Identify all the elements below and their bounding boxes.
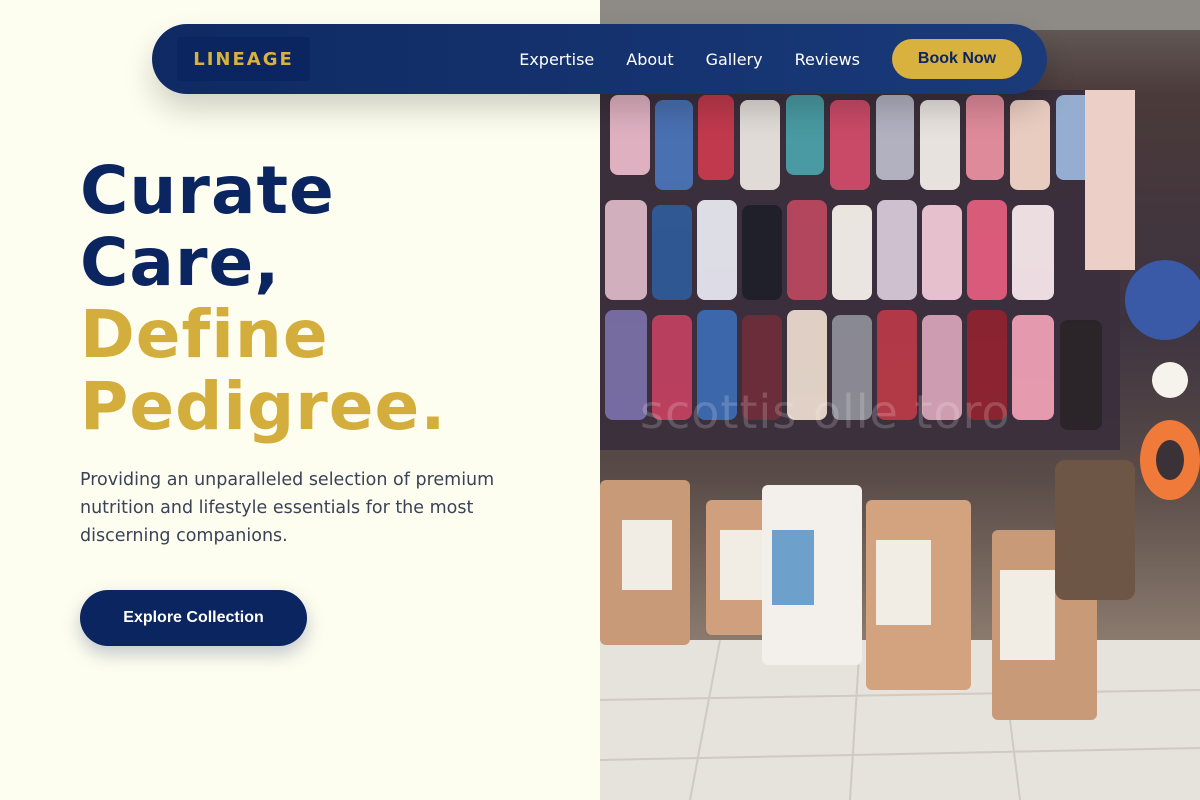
nav-links: Expertise About Gallery Reviews Book Now xyxy=(519,39,1022,79)
headline-line-pedigree: Pedigree. xyxy=(80,368,447,445)
headline-line-define: Define xyxy=(80,296,329,373)
nav-link-expertise[interactable]: Expertise xyxy=(519,50,594,69)
brand-logo[interactable]: LINEAGE xyxy=(177,37,310,81)
nav-link-reviews[interactable]: Reviews xyxy=(795,50,860,69)
book-now-button[interactable]: Book Now xyxy=(892,39,1022,79)
headline-line-care: Care, xyxy=(80,224,281,301)
nav-link-about[interactable]: About xyxy=(626,50,673,69)
explore-collection-button[interactable]: Explore Collection xyxy=(80,590,307,646)
nav-link-gallery[interactable]: Gallery xyxy=(706,50,763,69)
image-watermark: scottis olle toro xyxy=(640,385,1011,439)
navigation-bar: LINEAGE Expertise About Gallery Reviews … xyxy=(152,24,1047,94)
hero-description: Providing an unparalleled selection of p… xyxy=(80,470,495,546)
headline-line-curate: Curate xyxy=(80,152,335,229)
hero-headline: Curate Care, Define Pedigree. xyxy=(80,155,446,443)
